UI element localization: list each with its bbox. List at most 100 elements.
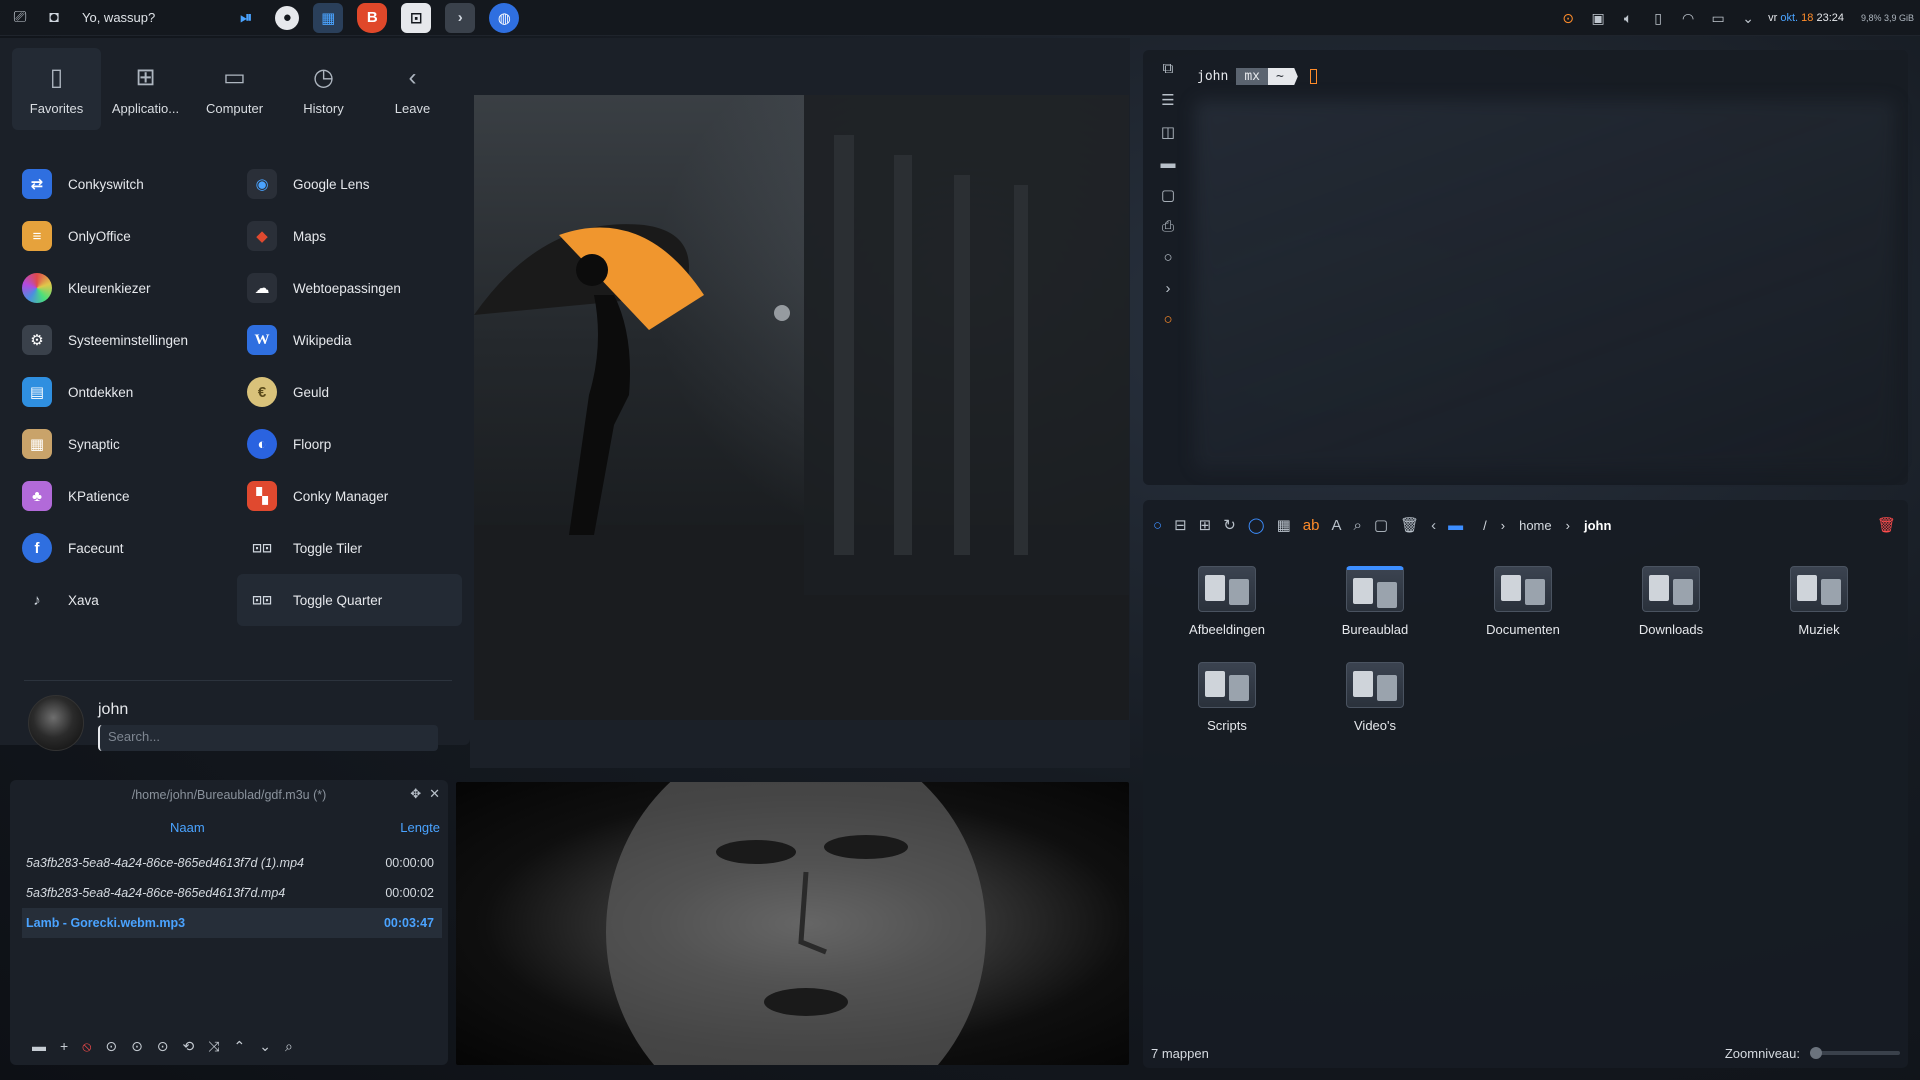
app-systeeminstellingen[interactable]: ⚙ Systeeminstellingen bbox=[12, 314, 237, 366]
folder-icon[interactable]: ▬ bbox=[1161, 155, 1176, 172]
split-view-icon[interactable]: ⊟ bbox=[1174, 516, 1187, 534]
trash-icon[interactable]: 🗑︎ bbox=[1877, 516, 1896, 534]
app-webtoepassingen[interactable]: ☁ Webtoepassingen bbox=[237, 262, 462, 314]
move-down-icon[interactable]: ⌄ bbox=[259, 1038, 271, 1055]
open-folder-icon[interactable]: ▬ bbox=[32, 1038, 46, 1055]
close-icon[interactable]: ✕ bbox=[429, 786, 440, 802]
file-manager-icon[interactable]: ▦ bbox=[313, 2, 344, 33]
app-kpatience[interactable]: ♣ KPatience bbox=[12, 470, 237, 522]
expand-icon[interactable]: ⌄ bbox=[1738, 8, 1758, 28]
add-icon[interactable]: + bbox=[60, 1038, 68, 1055]
find-icon[interactable]: ⌕ bbox=[1353, 517, 1361, 534]
search-input[interactable]: Search... bbox=[98, 725, 438, 751]
tab-leave[interactable]: ‹ Leave bbox=[368, 48, 457, 130]
clipboard-icon[interactable]: ▣ bbox=[1588, 8, 1608, 28]
app-floorp[interactable]: ◐ Floorp bbox=[237, 418, 462, 470]
battery-icon[interactable]: ▭ bbox=[1708, 8, 1728, 28]
app-onlyoffice[interactable]: ≡ OnlyOffice bbox=[12, 210, 237, 262]
folder-videos[interactable]: Video's bbox=[1301, 662, 1449, 758]
shuffle-icon[interactable]: ⤨ bbox=[208, 1038, 219, 1055]
stop-icon[interactable]: ⊙ bbox=[131, 1038, 143, 1055]
tab-favorites[interactable]: ▯ Favorites bbox=[12, 48, 101, 130]
refresh-icon[interactable]: ↻ bbox=[1223, 516, 1236, 534]
folder-documenten[interactable]: Documenten bbox=[1449, 566, 1597, 662]
breadcrumb-home[interactable]: home bbox=[1519, 518, 1552, 533]
col-length[interactable]: Lengte bbox=[400, 820, 440, 835]
window-icon[interactable]: ▢ bbox=[1161, 186, 1175, 204]
col-name[interactable]: Naam bbox=[170, 820, 205, 835]
globe-icon[interactable]: ◍ bbox=[489, 2, 520, 33]
view-mode-icon[interactable]: ▦ bbox=[1277, 516, 1291, 534]
app-facecunt[interactable]: f Facecunt bbox=[12, 522, 237, 574]
tab-applications[interactable]: ⊞ Applicatio... bbox=[101, 48, 190, 130]
app-xava[interactable]: ♪ Xava bbox=[12, 574, 237, 626]
list-icon[interactable]: ☰ bbox=[1161, 91, 1174, 109]
clock[interactable]: vr okt. 18 23:24 bbox=[1768, 12, 1844, 24]
folder-downloads[interactable]: Downloads bbox=[1597, 566, 1745, 662]
folder-afbeeldingen[interactable]: Afbeeldingen bbox=[1153, 566, 1301, 662]
phone-icon[interactable]: ▯ bbox=[1648, 8, 1668, 28]
zoom-slider[interactable] bbox=[1810, 1047, 1900, 1059]
folder-scripts[interactable]: Scripts bbox=[1153, 662, 1301, 758]
record-icon[interactable]: ⊙ bbox=[157, 1038, 169, 1055]
circle-icon[interactable]: ○ bbox=[1163, 249, 1172, 266]
screenshot-icon[interactable]: ◘ bbox=[40, 4, 68, 32]
remove-icon[interactable]: ⦸ bbox=[82, 1038, 91, 1055]
music-player-icon[interactable]: ● bbox=[275, 5, 300, 30]
text-cursor bbox=[1309, 69, 1317, 84]
folder-bureaublad[interactable]: Bureaublad bbox=[1301, 566, 1449, 662]
tab-history[interactable]: ◷ History bbox=[279, 48, 368, 130]
prompt-host: mx bbox=[1236, 68, 1268, 85]
breadcrumb-root[interactable]: / bbox=[1483, 518, 1487, 533]
video-player[interactable] bbox=[456, 782, 1129, 1065]
delete-icon[interactable]: 🗑︎ bbox=[1400, 516, 1419, 534]
network-icon[interactable]: ◠ bbox=[1678, 8, 1698, 28]
table-row[interactable]: 5a3fb283-5ea8-4a24-86ce-865ed4613f7d (1)… bbox=[22, 848, 442, 878]
panel-icon[interactable]: ⊞ bbox=[1199, 516, 1212, 534]
app-google-lens[interactable]: ◉ Google Lens bbox=[237, 158, 462, 210]
search-icon[interactable]: ⌕ bbox=[285, 1038, 293, 1055]
avatar[interactable] bbox=[28, 695, 84, 751]
shell-prompt[interactable]: john mx ~ bbox=[1197, 68, 1317, 85]
update-icon[interactable]: ⊙ bbox=[1558, 8, 1578, 28]
app-conkyswitch[interactable]: ⇄ Conkyswitch bbox=[12, 158, 237, 210]
split-icon[interactable]: ◫ bbox=[1161, 123, 1175, 141]
rename-icon[interactable]: ab bbox=[1303, 517, 1320, 534]
folder-location-icon[interactable]: ▬ bbox=[1448, 517, 1463, 534]
app-ontdekken[interactable]: ▤ Ontdekken bbox=[12, 366, 237, 418]
terminal-icon[interactable]: ⊡ bbox=[401, 2, 432, 33]
app-geuld[interactable]: € Geuld bbox=[237, 366, 462, 418]
repeat-icon[interactable]: ⟲ bbox=[183, 1038, 195, 1055]
new-file-icon[interactable]: ▢ bbox=[1374, 516, 1388, 534]
breadcrumb-john[interactable]: john bbox=[1584, 518, 1611, 533]
folder-muziek[interactable]: Muziek bbox=[1745, 566, 1893, 662]
zoom-slider-handle[interactable] bbox=[1810, 1047, 1822, 1059]
play-icon[interactable]: ⊙ bbox=[105, 1038, 117, 1055]
table-row-selected[interactable]: Lamb - Gorecki.webm.mp3 00:03:47 bbox=[22, 908, 442, 938]
app-toggle-tiler[interactable]: ⊡⊡ Toggle Tiler bbox=[237, 522, 462, 574]
tab-computer[interactable]: ▭ Computer bbox=[190, 48, 279, 130]
new-tab-icon[interactable]: ⧉ bbox=[1163, 60, 1174, 77]
app-wikipedia[interactable]: W Wikipedia bbox=[237, 314, 462, 366]
app-maps[interactable]: ◆ Maps bbox=[237, 210, 462, 262]
media-play-pause-icon[interactable]: ⏯ bbox=[231, 3, 261, 33]
move-up-icon[interactable]: ⌃ bbox=[233, 1038, 245, 1055]
brave-browser-icon[interactable]: B bbox=[357, 2, 388, 33]
app-conky-manager[interactable]: ▚ Conky Manager bbox=[237, 470, 462, 522]
table-row[interactable]: 5a3fb283-5ea8-4a24-86ce-865ed4613f7d.mp4… bbox=[22, 878, 442, 908]
print-icon[interactable]: ⎙ bbox=[1162, 218, 1174, 235]
font-icon[interactable]: A bbox=[1331, 517, 1341, 534]
circle-icon[interactable]: ○ bbox=[1153, 517, 1162, 534]
app-kleurenkiezer[interactable]: Kleurenkiezer bbox=[12, 262, 237, 314]
app-toggle-quarter[interactable]: ⊡⊡ Toggle Quarter bbox=[237, 574, 462, 626]
chevron-right-icon[interactable]: › bbox=[1166, 280, 1171, 297]
search-icon[interactable]: ◯ bbox=[1248, 516, 1265, 534]
app-synaptic[interactable]: ▦ Synaptic bbox=[12, 418, 237, 470]
application-dashboard-icon[interactable]: ⎚ bbox=[6, 4, 34, 32]
record-icon[interactable]: ○ bbox=[1163, 311, 1172, 328]
volume-icon[interactable]: 🔈︎ bbox=[1618, 8, 1638, 28]
back-icon[interactable]: ‹ bbox=[1431, 517, 1436, 534]
move-icon[interactable]: ✥ bbox=[410, 786, 421, 802]
console-icon[interactable]: › bbox=[445, 2, 476, 33]
greeting-text: Yo, wassup? bbox=[82, 10, 156, 25]
